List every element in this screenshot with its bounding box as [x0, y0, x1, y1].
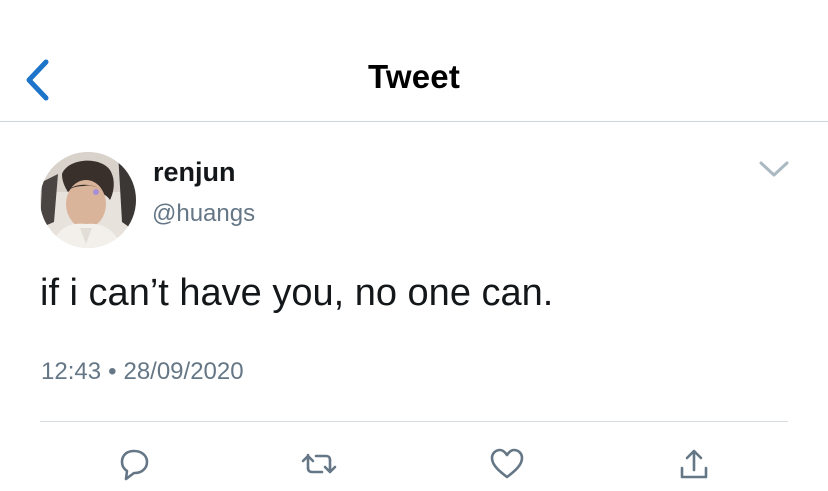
tweet-time: 12:43 [41, 358, 102, 385]
heart-icon [490, 448, 524, 479]
tweet-text: if i can’t have you, no one can. [40, 272, 554, 314]
share-icon [680, 449, 708, 479]
author-handle[interactable]: @huangs [152, 200, 255, 228]
retweet-button[interactable] [299, 444, 339, 484]
tweet-timestamp[interactable]: 12:43 • 28/09/2020 [41, 358, 244, 386]
avatar[interactable] [40, 152, 136, 248]
meta-separator: • [108, 358, 117, 385]
author-display-name[interactable]: renjun [153, 157, 236, 188]
divider [40, 421, 788, 422]
chevron-down-icon [759, 161, 789, 177]
page-title: Tweet [367, 58, 461, 95]
share-button[interactable] [674, 444, 714, 484]
reply-button[interactable] [114, 444, 154, 484]
top-navigation-bar: Tweet [0, 0, 828, 122]
tweet-options-button[interactable] [756, 155, 792, 183]
like-button[interactable] [487, 444, 527, 484]
profile-photo [40, 152, 136, 248]
retweet-icon [301, 453, 337, 474]
reply-icon [120, 449, 149, 481]
tweet-date: 28/09/2020 [123, 358, 244, 385]
